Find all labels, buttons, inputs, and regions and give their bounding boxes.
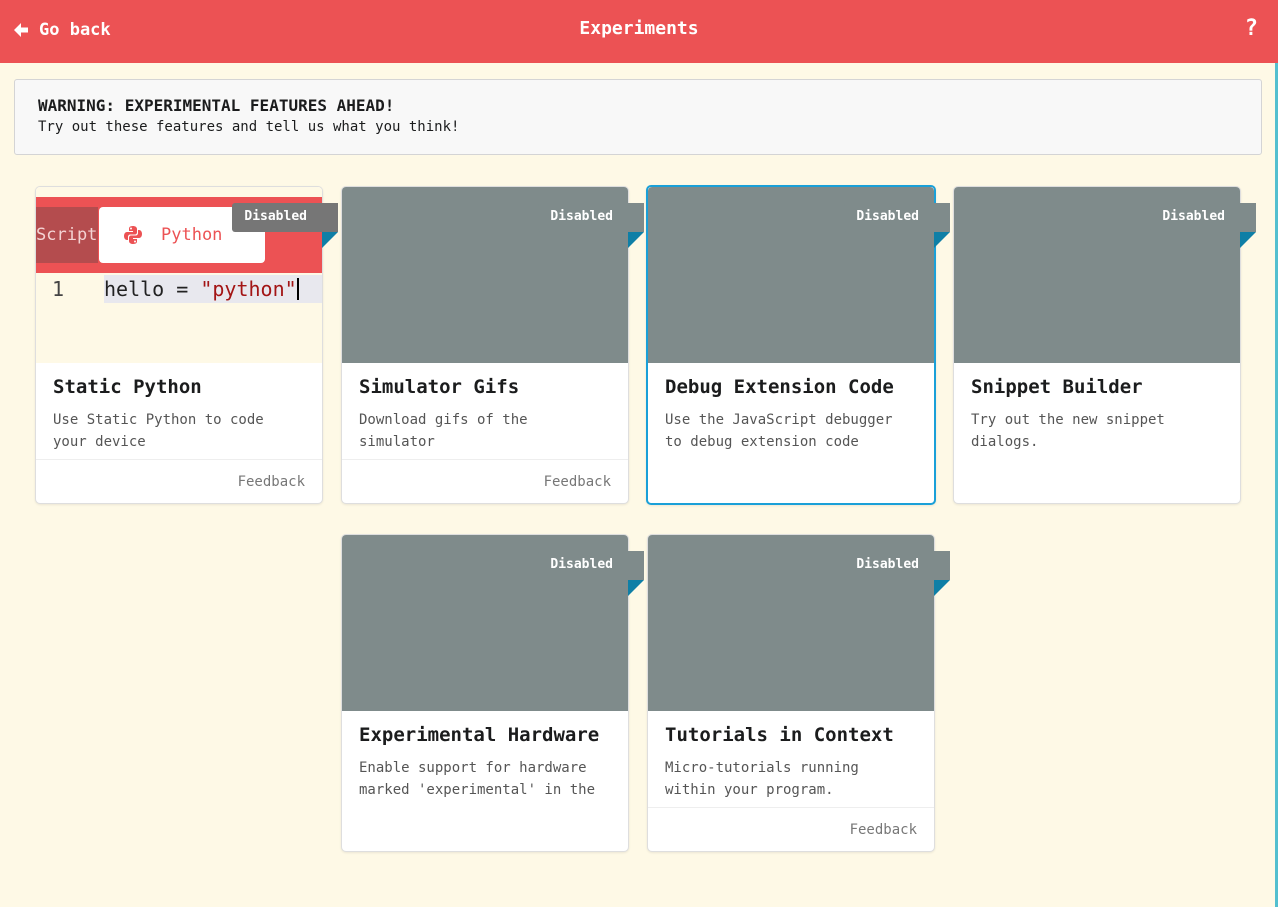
card-description: Download gifs of the simulator	[359, 412, 528, 450]
ribbon-fold	[1240, 232, 1256, 248]
warning-message: WARNING: EXPERIMENTAL FEATURES AHEAD! Tr…	[14, 79, 1262, 155]
line-number: 1	[52, 277, 65, 301]
card-title: Simulator Gifs	[359, 376, 520, 398]
status-ribbon: Disabled	[844, 203, 950, 232]
card-title: Tutorials in Context	[665, 724, 894, 746]
card-title: Debug Extension Code	[665, 376, 894, 398]
javascript-tab-preview: Script	[36, 207, 98, 263]
experiment-card-static-python[interactable]: Script Python 1 hello = "python" Disable…	[35, 186, 338, 505]
ribbon-fold	[628, 232, 644, 248]
python-logo-icon	[124, 226, 142, 244]
status-ribbon: Disabled	[538, 203, 644, 232]
ribbon-fold	[934, 580, 950, 596]
status-ribbon: Disabled	[538, 551, 644, 580]
code-preview: 1 hello = "python"	[36, 275, 322, 303]
code-string: "python"	[200, 277, 297, 301]
feedback-link[interactable]: Feedback	[544, 474, 611, 490]
card-description: Try out the new snippet dialogs.	[971, 412, 1165, 450]
status-ribbon: Disabled	[844, 551, 950, 580]
warning-heading: WARNING: EXPERIMENTAL FEATURES AHEAD!	[38, 96, 395, 115]
help-button[interactable]: ?	[1245, 16, 1258, 41]
card-description: Use Static Python to code your device	[53, 412, 264, 450]
card-footer: Feedback	[648, 807, 934, 853]
text-cursor	[296, 278, 299, 300]
page-title: Experiments	[579, 18, 699, 39]
experiment-card-tutorials-in-context[interactable]: Disabled Tutorials in Context Micro-tuto…	[647, 534, 950, 853]
card-description: Use the JavaScript debugger to debug ext…	[665, 412, 893, 450]
ribbon-fold	[934, 232, 950, 248]
card-footer: Feedback	[342, 459, 628, 505]
experiment-card-debug-extension-code[interactable]: Disabled Debug Extension Code Use the Ja…	[646, 185, 950, 505]
python-tab-label: Python	[161, 225, 223, 245]
ribbon-fold	[322, 232, 338, 248]
card-footer: Feedback	[36, 459, 322, 505]
card-description: Micro-tutorials running within your prog…	[665, 760, 859, 798]
card-description: Enable support for hardware marked 'expe…	[359, 760, 596, 798]
card-title: Snippet Builder	[971, 376, 1143, 398]
status-ribbon: Disabled	[1150, 203, 1256, 232]
experiment-card-simulator-gifs[interactable]: Disabled Simulator Gifs Download gifs of…	[341, 186, 644, 505]
ribbon-fold	[628, 580, 644, 596]
status-ribbon: Disabled	[232, 203, 338, 232]
card-title: Experimental Hardware	[359, 724, 600, 746]
feedback-link[interactable]: Feedback	[238, 474, 305, 490]
feedback-link[interactable]: Feedback	[850, 822, 917, 838]
experiment-card-experimental-hardware[interactable]: Disabled Experimental Hardware Enable su…	[341, 534, 644, 852]
experiment-card-snippet-builder[interactable]: Disabled Snippet Builder Try out the new…	[953, 186, 1256, 504]
top-bar: Go back Experiments ?	[0, 0, 1278, 63]
warning-body: Try out these features and tell us what …	[38, 119, 460, 135]
code-text: hello =	[104, 277, 201, 301]
card-title: Static Python	[53, 376, 202, 398]
